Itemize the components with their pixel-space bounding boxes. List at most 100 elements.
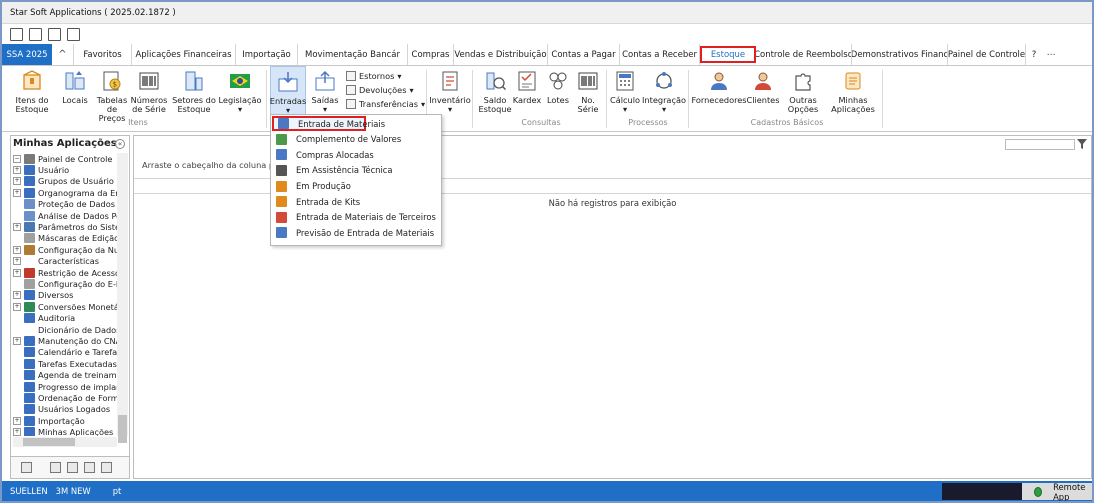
image-icon[interactable] [50,462,61,473]
tree-item[interactable]: + Grupos de Usuário [13,176,117,187]
tree-item[interactable]: + Minhas Aplicações [13,426,117,436]
tab-controle-de-reembolso[interactable]: Controle de Reembolso [756,44,852,65]
scrollbar-thumb[interactable] [118,415,127,443]
expand-toggle[interactable]: + [13,268,21,277]
entradas-button[interactable]: Entradas ▾ [270,66,306,116]
scrollbar-thumb[interactable] [23,438,75,446]
expand-icon[interactable] [10,27,23,41]
expand-toggle[interactable]: + [13,177,21,186]
expand-toggle[interactable]: + [13,223,21,232]
tree-item[interactable]: − Painel de Controle [13,153,117,164]
expand-toggle[interactable]: + [13,291,21,300]
more-button[interactable]: ⋯ [1042,44,1060,65]
menu-item-entrada-de-kits[interactable]: Entrada de Kits [272,194,440,209]
remote-app-button[interactable]: Remote App [1022,482,1092,501]
tabelas-precos-button[interactable]: $ Tabelas de Preços [94,66,130,123]
tab-estoque[interactable]: Estoque [700,46,756,63]
estornos-button[interactable]: Estornos ▾ [346,71,401,81]
legislacao-button[interactable]: Legislação ▾ [218,66,262,114]
inventario-button[interactable]: Inventário ▾ [429,66,471,114]
trash-icon[interactable] [84,462,95,473]
tree-item[interactable]: Proteção de Dados P [13,199,117,210]
help-button[interactable]: ? [1026,44,1042,65]
menu-item-previs-o-de-entrada-de-materiais[interactable]: Previsão de Entrada de Materiais [272,225,440,240]
tab-contas-a-receber[interactable]: Contas a Receber [620,44,700,65]
minhas-aplicacoes-button[interactable]: Minhas Aplicações [828,66,878,114]
tab-movimenta-o-banc-r[interactable]: Movimentação Bancár [298,44,408,65]
tree-item[interactable]: + Restrição de Acesso [13,267,117,278]
tree-item[interactable]: Usuários Logados [13,404,117,415]
integracao-button[interactable]: Integração ▾ [642,66,686,114]
expand-toggle[interactable]: + [13,188,21,197]
tree-item[interactable]: Máscaras de Edição [13,233,117,244]
menu-item-entrada-de-materiais[interactable]: Entrada de Materiais [272,116,385,132]
tree-item[interactable]: + Usuário [13,164,117,176]
fornecedores-button[interactable]: Fornecedores [691,66,747,105]
menu-item-compras-alocadas[interactable]: Compras Alocadas [272,147,440,162]
tree-item[interactable]: Análise de Dados Pe [13,210,117,221]
list-icon[interactable] [67,462,78,473]
expand-toggle[interactable]: + [13,257,21,266]
windows-icon[interactable] [67,27,80,41]
expand-toggle[interactable]: + [13,302,21,311]
outras-opcoes-button[interactable]: Outras Opções [782,66,824,114]
tab-compras[interactable]: Compras [408,44,454,65]
tree-item[interactable]: + Organograma da Em [13,187,117,198]
tab-vendas-e-distribui-o[interactable]: Vendas e Distribuição [454,44,548,65]
menu-item-complemento-de-valores[interactable]: Complemento de Valores [272,132,440,147]
saldo-estoque-button[interactable]: Saldo Estoque [476,66,514,114]
expand-toggle[interactable]: + [13,428,21,436]
menu-item-em-assist-ncia-t-cnica[interactable]: Em Assistência Técnica [272,163,440,178]
calendar-icon[interactable] [29,27,42,41]
tab-aplica-es-financeiras[interactable]: Aplicações Financeiras [132,44,236,65]
sidebar-collapse-button[interactable]: « [115,139,125,149]
expand-toggle[interactable]: − [13,154,21,163]
clientes-button[interactable]: Clientes [746,66,780,105]
tree-item[interactable]: + Conversões Monetá [13,301,117,312]
itens-estoque-button[interactable]: Itens do Estoque [10,66,54,114]
search-input[interactable] [1005,139,1075,150]
tab-contas-a-pagar[interactable]: Contas a Pagar [548,44,620,65]
tree-item[interactable]: Tarefas Executadas [13,358,117,369]
tree-item[interactable]: + Importação [13,415,117,426]
horizontal-scrollbar[interactable] [13,437,117,447]
expand-toggle[interactable]: + [13,336,21,345]
tree-item[interactable]: + Configuração da Nu [13,244,117,255]
filter-icon[interactable] [1077,139,1087,149]
tree-item[interactable]: Ordenação de Form [13,392,117,403]
calculo-button[interactable]: Cálculo ▾ [608,66,642,114]
menu-item-em-produ-o[interactable]: Em Produção [272,178,440,193]
settings-icon[interactable] [21,462,32,473]
tab-importa-o[interactable]: Importação [236,44,298,65]
tab-painel-de-controle[interactable]: Painel de Controle [948,44,1026,65]
tree-item[interactable]: + Diversos [13,290,117,301]
tab-demonstrativos-financ[interactable]: Demonstrativos Financ [852,44,948,65]
devolucoes-button[interactable]: Devoluções ▾ [346,85,414,95]
numeros-serie-button[interactable]: Números de Série [130,66,168,114]
transferencias-button[interactable]: Transferências ▾ [346,99,425,109]
expand-toggle[interactable]: + [13,166,21,175]
tree-item[interactable]: + Características [13,256,117,267]
tree-item[interactable]: + Manutenção do CNA [13,335,117,346]
folder-icon[interactable] [101,462,112,473]
lotes-button[interactable]: Lotes [544,66,572,105]
no-serie-button[interactable]: No. Série [574,66,602,114]
vertical-scrollbar[interactable] [117,153,128,443]
grid-icon[interactable] [48,27,61,41]
tree-item[interactable]: Progresso de implar [13,381,117,392]
tree-item[interactable]: Agenda de treiname [13,369,117,381]
tree-item[interactable]: Dicionário de Dados [13,324,117,335]
tree-item[interactable]: Auditoria [13,312,117,324]
menu-item-entrada-de-materiais-de-terceiros[interactable]: Entrada de Materiais de Terceiros [272,210,440,225]
tree-item[interactable]: Configuração do E-M [13,278,117,289]
locais-button[interactable]: Locais [60,66,90,105]
expand-toggle[interactable]: + [13,416,21,425]
tree-item[interactable]: + Parâmetros do Sister [13,221,117,233]
expand-toggle[interactable]: + [13,245,21,254]
setores-estoque-button[interactable]: Setores do Estoque [172,66,216,114]
saidas-button[interactable]: Saídas ▾ [308,66,342,114]
tree-item[interactable]: Calendário e Tarefas [13,347,117,358]
tab-app[interactable]: SSA 2025 [2,44,52,65]
kardex-button[interactable]: Kardex [512,66,542,105]
tab-favoritos[interactable]: Favoritos [74,44,132,65]
